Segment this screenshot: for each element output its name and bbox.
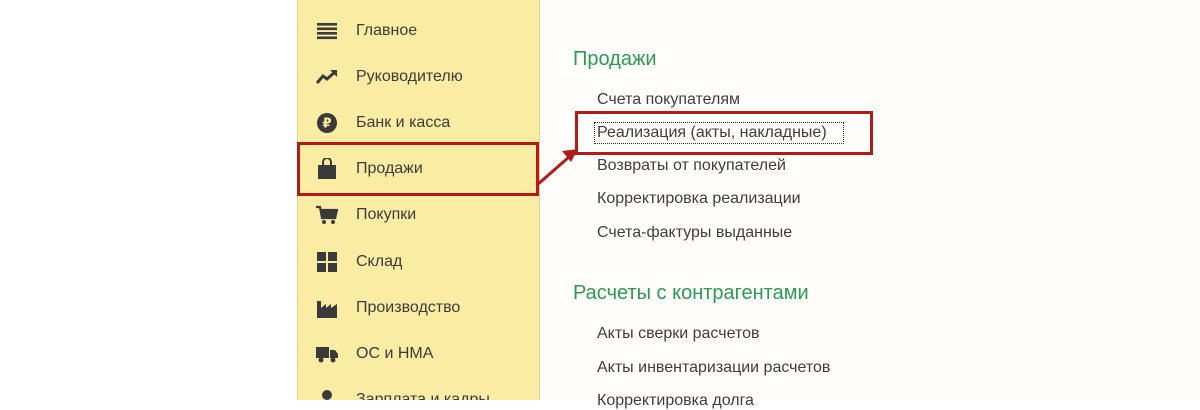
truck-icon xyxy=(316,343,338,365)
link-customer-returns[interactable]: Возвраты от покупателей xyxy=(597,157,786,175)
sidebar-item-label: Производство xyxy=(356,299,461,316)
sidebar-item-label: Банк и касса xyxy=(356,114,451,131)
sidebar: Главное Руководителю ₽ Банк и касса Прод… xyxy=(297,0,540,400)
sidebar-item-label: Зарплата и кадры xyxy=(356,391,490,400)
trend-up-icon xyxy=(316,66,338,88)
svg-text:₽: ₽ xyxy=(322,117,331,132)
sidebar-item-salary[interactable]: Зарплата и кадры xyxy=(298,377,539,400)
shopping-cart-icon xyxy=(316,204,338,226)
link-reconciliation-acts[interactable]: Акты сверки расчетов xyxy=(597,325,760,343)
sidebar-sales-highlight xyxy=(297,142,539,196)
sidebar-item-bank[interactable]: ₽ Банк и касса xyxy=(298,100,539,146)
factory-icon xyxy=(316,297,338,319)
section-title-sales: Продажи xyxy=(573,48,657,70)
link-customer-invoices[interactable]: Счета покупателям xyxy=(597,91,740,109)
sidebar-item-manager[interactable]: Руководителю xyxy=(298,54,539,100)
link-debt-adjustment[interactable]: Корректировка долга xyxy=(597,392,754,410)
link-inventory-settlement-acts[interactable]: Акты инвентаризации расчетов xyxy=(597,359,830,377)
sidebar-item-label: Склад xyxy=(356,253,403,270)
ruble-coin-icon: ₽ xyxy=(316,112,338,134)
sidebar-item-main[interactable]: Главное xyxy=(298,8,539,54)
link-highlight xyxy=(575,111,873,155)
sidebar-item-purchases[interactable]: Покупки xyxy=(298,192,539,238)
person-icon xyxy=(316,389,338,400)
warehouse-grid-icon xyxy=(316,251,338,273)
link-sales-adjustment[interactable]: Корректировка реализации xyxy=(597,190,801,208)
link-issued-invoices[interactable]: Счета-фактуры выданные xyxy=(597,224,792,242)
list-lines-icon xyxy=(316,20,338,42)
section-title-settlements: Расчеты с контрагентами xyxy=(573,282,809,304)
sidebar-item-warehouse[interactable]: Склад xyxy=(298,239,539,285)
sidebar-item-label: Покупки xyxy=(356,206,417,223)
sidebar-item-assets[interactable]: ОС и НМА xyxy=(298,331,539,377)
sidebar-item-label: Главное xyxy=(356,22,418,39)
sidebar-item-label: Руководителю xyxy=(356,68,463,85)
section-panel: Продажи Счета покупателям Реализация (ак… xyxy=(540,0,1200,409)
sidebar-item-production[interactable]: Производство xyxy=(298,285,539,331)
sidebar-item-label: ОС и НМА xyxy=(356,345,434,362)
